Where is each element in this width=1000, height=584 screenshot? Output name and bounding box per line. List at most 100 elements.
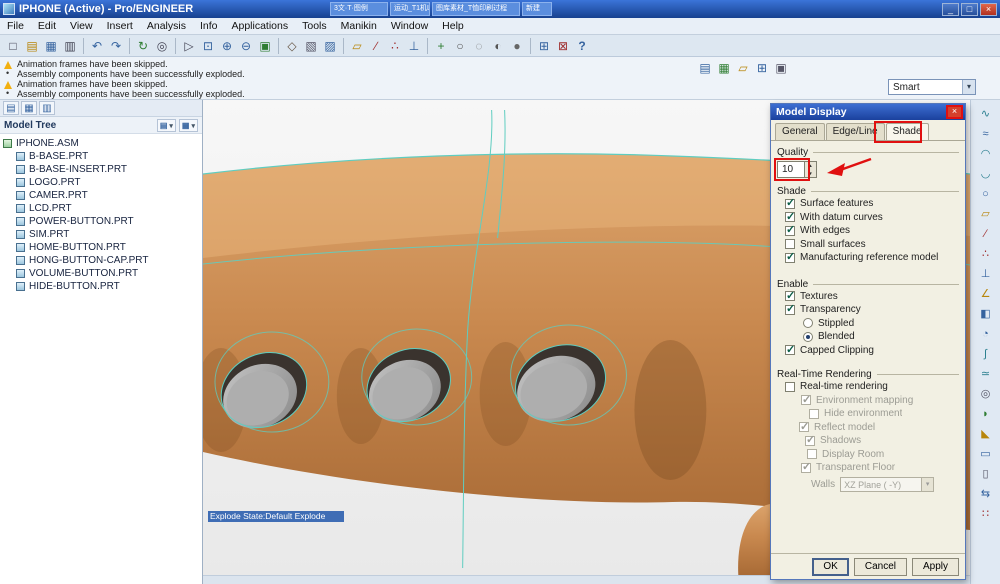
tree-item[interactable]: HONG-BUTTON-CAP.PRT bbox=[3, 254, 202, 267]
datum-display-icon[interactable]: ▱ bbox=[734, 59, 752, 77]
tree-item[interactable]: B-BASE.PRT bbox=[3, 150, 202, 163]
spin-center-icon[interactable]: + bbox=[432, 37, 450, 55]
dialog-close-button[interactable]: × bbox=[946, 105, 963, 119]
tree-item-root[interactable]: IPHONE.ASM bbox=[3, 137, 202, 150]
settings-menu-button[interactable]: ▦ bbox=[178, 118, 198, 132]
menu-file[interactable]: File bbox=[0, 18, 31, 35]
quality-decrement-button[interactable]: ▼ bbox=[805, 170, 816, 178]
save-icon[interactable]: ▦ bbox=[42, 37, 60, 55]
undo-icon[interactable]: ↶ bbox=[88, 37, 106, 55]
blend-icon[interactable]: ≃ bbox=[977, 366, 995, 383]
menu-help[interactable]: Help bbox=[435, 18, 471, 35]
favorites-tab-icon[interactable]: ▥ bbox=[39, 101, 55, 115]
zoom-out-icon[interactable]: ⊖ bbox=[237, 37, 255, 55]
menu-info[interactable]: Info bbox=[193, 18, 225, 35]
repaint-icon[interactable]: ▣ bbox=[256, 37, 274, 55]
tree-item[interactable]: LCD.PRT bbox=[3, 202, 202, 215]
windows-icon[interactable]: ⊞ bbox=[753, 59, 771, 77]
datum-plane-toggle-icon[interactable]: ▱ bbox=[348, 37, 366, 55]
close-window-icon[interactable]: ⊠ bbox=[554, 37, 572, 55]
with-datum-curves-checkbox[interactable]: With datum curves bbox=[785, 210, 959, 225]
tree-item[interactable]: SIM.PRT bbox=[3, 228, 202, 241]
open-icon[interactable]: ▤ bbox=[23, 37, 41, 55]
tree-item[interactable]: LOGO.PRT bbox=[3, 176, 202, 189]
sketch-tool-icon[interactable]: ∠ bbox=[977, 286, 995, 303]
csys-toggle-icon[interactable]: ⊥ bbox=[405, 37, 423, 55]
tree-item[interactable]: VOLUME-BUTTON.PRT bbox=[3, 267, 202, 280]
spline-icon[interactable]: ≈ bbox=[977, 126, 995, 143]
datum-plane-icon[interactable]: ▱ bbox=[977, 206, 995, 223]
datum-point-icon[interactable]: ∴ bbox=[977, 246, 995, 263]
extrude-icon[interactable]: ◧ bbox=[977, 306, 995, 323]
rib-icon[interactable]: ▯ bbox=[977, 466, 995, 483]
surface-features-checkbox[interactable]: Surface features bbox=[785, 196, 959, 211]
orientation-icon[interactable]: ◇ bbox=[283, 37, 301, 55]
refit-icon[interactable]: ⊡ bbox=[199, 37, 217, 55]
stippled-radio[interactable]: Stippled bbox=[803, 317, 959, 331]
capped-clipping-checkbox[interactable]: Capped Clipping bbox=[785, 343, 959, 358]
menu-edit[interactable]: Edit bbox=[31, 18, 63, 35]
datum-point-toggle-icon[interactable]: ∴ bbox=[386, 37, 404, 55]
menu-window[interactable]: Window bbox=[384, 18, 435, 35]
menu-insert[interactable]: Insert bbox=[100, 18, 140, 35]
shaded-icon[interactable]: ● bbox=[508, 37, 526, 55]
menu-analysis[interactable]: Analysis bbox=[140, 18, 193, 35]
regenerate-icon[interactable]: ↻ bbox=[134, 37, 152, 55]
menu-manikin[interactable]: Manikin bbox=[334, 18, 384, 35]
transparency-checkbox[interactable]: Transparency bbox=[785, 302, 959, 317]
revolve-icon[interactable]: ◔ bbox=[977, 326, 995, 343]
wireframe-icon[interactable]: ○ bbox=[451, 37, 469, 55]
quality-increment-button[interactable]: ▲ bbox=[805, 162, 816, 170]
background-tab[interactable]: 3文·T·图例 bbox=[330, 2, 388, 16]
apply-button[interactable]: Apply bbox=[911, 557, 959, 576]
arc-up-icon[interactable]: ◠ bbox=[977, 146, 995, 163]
view-manager-icon[interactable]: ▨ bbox=[321, 37, 339, 55]
quality-value-field[interactable]: 10 bbox=[777, 161, 805, 178]
tree-item[interactable]: CAMER.PRT bbox=[3, 189, 202, 202]
selection-filter-combobox[interactable]: Smart bbox=[888, 79, 976, 95]
chamfer-icon[interactable]: ◣ bbox=[977, 426, 995, 443]
shell-icon[interactable]: ▭ bbox=[977, 446, 995, 463]
tree-item[interactable]: HOME-BUTTON.PRT bbox=[3, 241, 202, 254]
select-arrow-icon[interactable]: ▷ bbox=[180, 37, 198, 55]
textures-checkbox[interactable]: Textures bbox=[785, 289, 959, 304]
cancel-button[interactable]: Cancel bbox=[853, 557, 907, 576]
coordinate-system-icon[interactable]: ⊥ bbox=[977, 266, 995, 283]
small-surfaces-checkbox[interactable]: Small surfaces bbox=[785, 238, 959, 252]
sweep-icon[interactable]: ∫ bbox=[977, 346, 995, 363]
style-tool-icon[interactable]: ∿ bbox=[977, 106, 995, 123]
background-tab[interactable]: 运动_T1机L bbox=[390, 2, 430, 16]
hole-icon[interactable]: ◎ bbox=[977, 386, 995, 403]
menu-applications[interactable]: Applications bbox=[224, 18, 295, 35]
maximize-button[interactable]: □ bbox=[961, 2, 978, 16]
background-tab[interactable]: 新建 bbox=[522, 2, 552, 16]
with-edges-checkbox[interactable]: With edges bbox=[785, 223, 959, 238]
manufacturing-reference-model-checkbox[interactable]: Manufacturing reference model bbox=[785, 250, 959, 265]
circle-icon[interactable]: ○ bbox=[977, 186, 995, 203]
tree-item[interactable]: B-BASE-INSERT.PRT bbox=[3, 163, 202, 176]
pattern-icon[interactable]: ∷ bbox=[977, 506, 995, 523]
tab-edge-line[interactable]: Edge/Line bbox=[825, 123, 885, 140]
layers-icon[interactable]: ▧ bbox=[302, 37, 320, 55]
zoom-in-icon[interactable]: ⊕ bbox=[218, 37, 236, 55]
mirror-icon[interactable]: ⇆ bbox=[977, 486, 995, 503]
tree-item[interactable]: HIDE-BUTTON.PRT bbox=[3, 280, 202, 293]
tab-general[interactable]: General bbox=[775, 123, 825, 140]
close-button[interactable]: × bbox=[980, 2, 997, 16]
no-hidden-icon[interactable]: ◐ bbox=[489, 37, 507, 55]
minimize-button[interactable]: _ bbox=[942, 2, 959, 16]
dialog-titlebar[interactable]: Model Display × bbox=[771, 104, 965, 120]
redo-icon[interactable]: ↷ bbox=[107, 37, 125, 55]
background-tab[interactable]: 图库素材_T恤印刷过程 bbox=[432, 2, 520, 16]
hidden-line-icon[interactable]: ◌ bbox=[470, 37, 488, 55]
realtime-rendering-checkbox[interactable]: Real-time rendering bbox=[785, 380, 959, 394]
menu-view[interactable]: View bbox=[63, 18, 100, 35]
chevron-down-icon[interactable] bbox=[962, 80, 975, 94]
show-menu-button[interactable]: ▤ bbox=[156, 118, 176, 132]
menu-tools[interactable]: Tools bbox=[295, 18, 334, 35]
search-icon[interactable]: ◎ bbox=[153, 37, 171, 55]
redraw-icon[interactable]: ▣ bbox=[772, 59, 790, 77]
datum-axis-toggle-icon[interactable]: ∕ bbox=[367, 37, 385, 55]
ok-button[interactable]: OK bbox=[812, 557, 849, 576]
saved-views-icon[interactable]: ▤ bbox=[696, 59, 714, 77]
